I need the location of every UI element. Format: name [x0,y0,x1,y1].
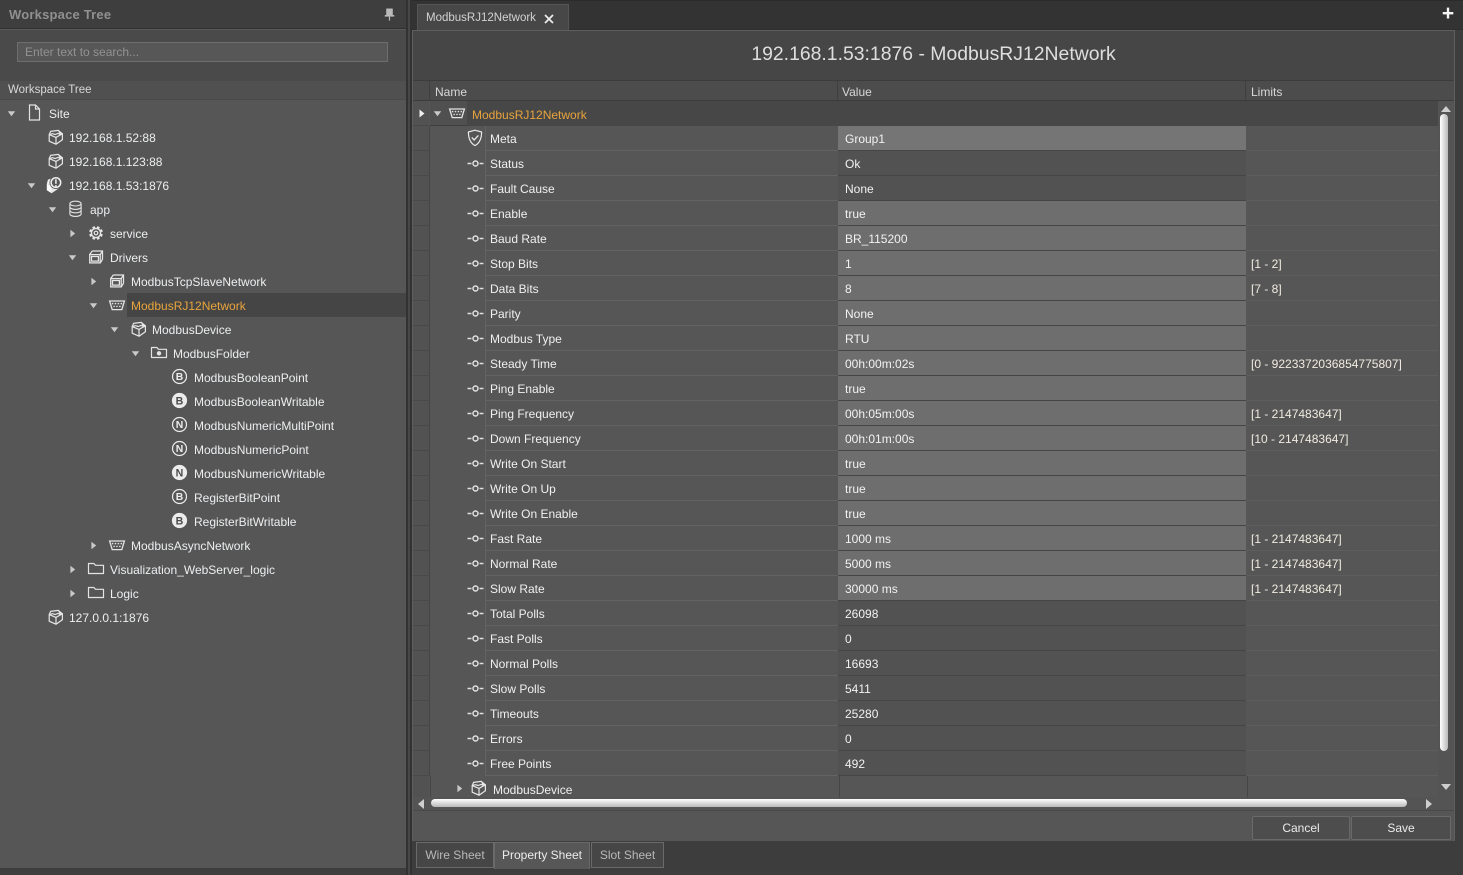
svg-text:B: B [176,515,184,527]
svg-text:N: N [176,444,184,455]
svg-text:B: B [176,395,184,407]
svg-text:B: B [176,372,184,383]
svg-text:N: N [176,420,184,431]
svg-text:N: N [176,467,184,479]
svg-text:B: B [176,492,184,503]
